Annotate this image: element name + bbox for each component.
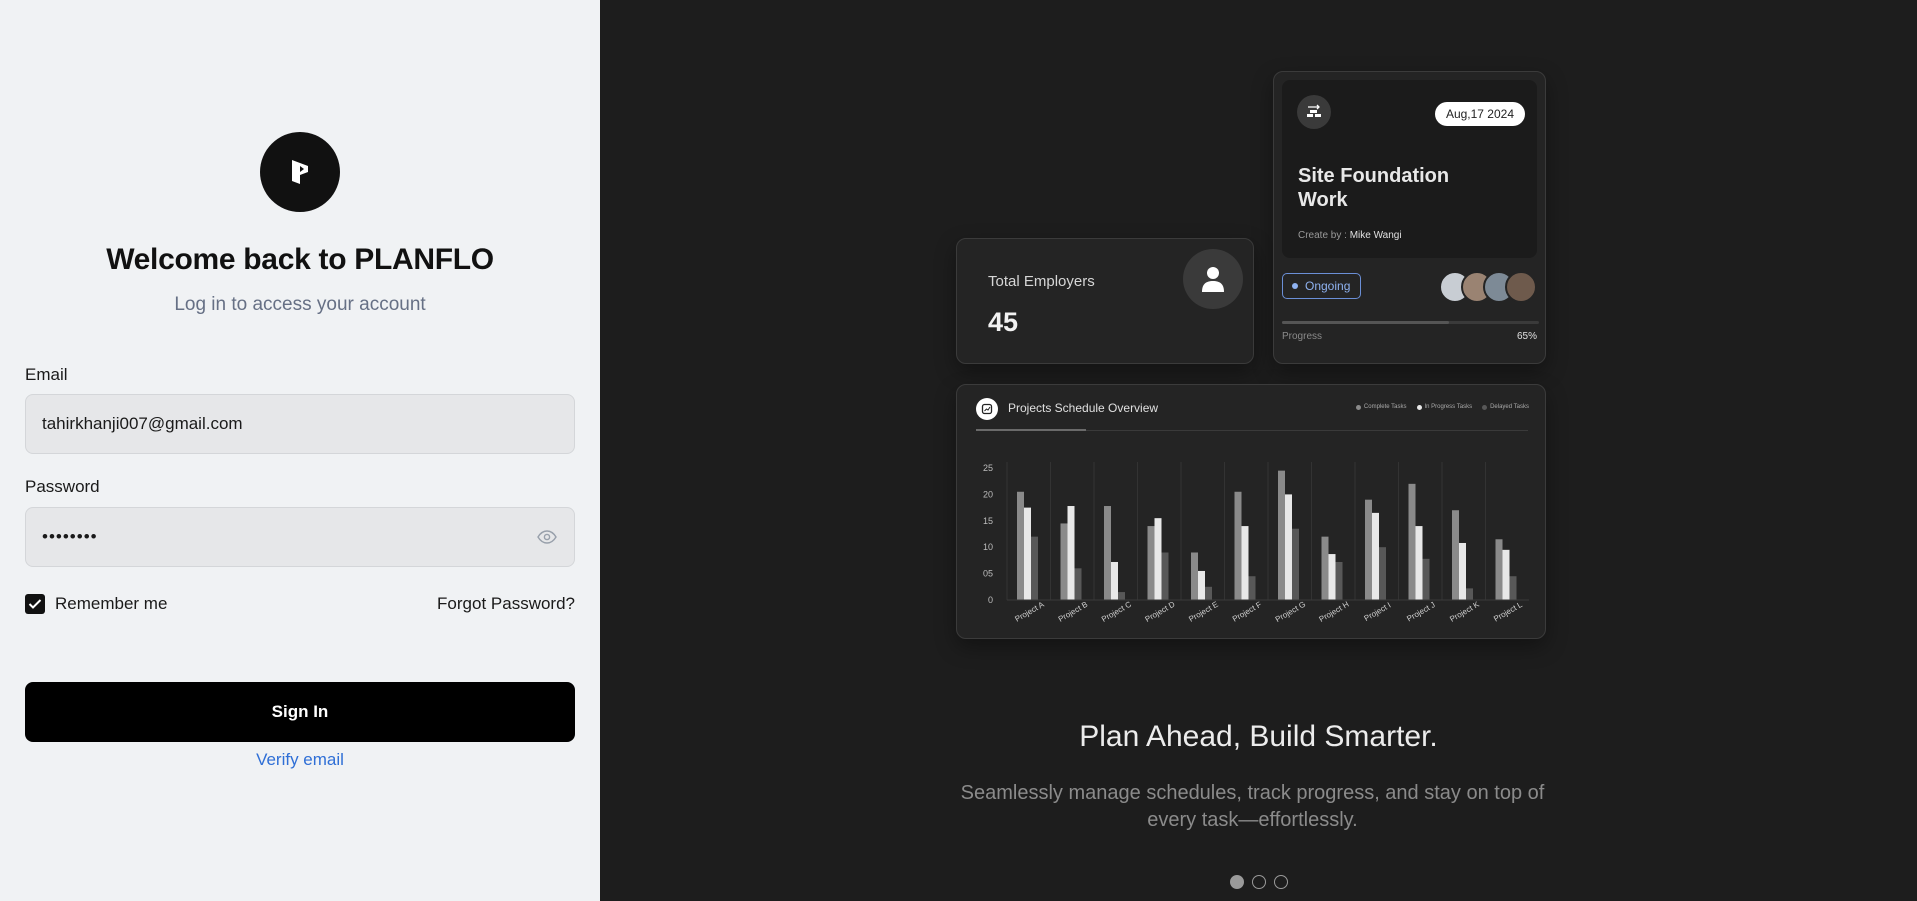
carousel-dot-3[interactable] bbox=[1274, 875, 1288, 889]
bar bbox=[1372, 512, 1379, 600]
bar bbox=[1509, 576, 1517, 600]
x-tick-label: Project F bbox=[1231, 600, 1263, 624]
x-tick-label: Project J bbox=[1405, 600, 1436, 623]
y-tick-label: 20 bbox=[983, 489, 993, 499]
bar bbox=[1031, 536, 1038, 600]
password-value: •••••••• bbox=[42, 527, 98, 546]
bar bbox=[1292, 528, 1299, 600]
bar bbox=[1321, 536, 1329, 600]
y-tick-label: 10 bbox=[983, 542, 993, 552]
remember-me[interactable]: Remember me bbox=[25, 594, 167, 614]
email-value: tahirkhanji007@gmail.com bbox=[42, 414, 243, 433]
progress-bar bbox=[1282, 321, 1450, 324]
x-tick-label: Project L bbox=[1492, 600, 1524, 624]
bar bbox=[1161, 552, 1169, 600]
remember-me-label: Remember me bbox=[55, 594, 168, 613]
task-card: Aug,17 2024 Site Foundation Work Create … bbox=[1273, 71, 1546, 364]
bar bbox=[1060, 523, 1068, 600]
bar bbox=[1466, 588, 1473, 600]
carousel-dot-2[interactable] bbox=[1252, 875, 1266, 889]
bar bbox=[1234, 491, 1242, 600]
bar bbox=[1248, 576, 1256, 600]
bar bbox=[1147, 526, 1155, 600]
showcase-description: Seamlessly manage schedules, track progr… bbox=[960, 782, 1545, 831]
employers-count: 45 bbox=[988, 307, 1019, 337]
password-label: Password bbox=[25, 477, 100, 496]
task-card-header: Aug,17 2024 Site Foundation Work Create … bbox=[1282, 80, 1537, 258]
bar bbox=[1459, 542, 1466, 600]
y-tick-label: 15 bbox=[983, 516, 993, 526]
showcase-panel: Total Employers 45 Aug,17 2024 Site Foun… bbox=[600, 0, 1917, 901]
brick-wall-icon bbox=[1297, 95, 1331, 129]
email-label: Email bbox=[25, 365, 68, 384]
bar bbox=[1335, 561, 1343, 600]
bar bbox=[1365, 499, 1372, 600]
x-tick-label: Project H bbox=[1318, 600, 1351, 624]
x-tick-label: Project A bbox=[1013, 600, 1046, 624]
bar bbox=[1104, 506, 1111, 600]
x-tick-label: Project B bbox=[1057, 600, 1090, 624]
bar-chart: 0 05 10 15 20 25 Project A Project B Project C Pr… bbox=[983, 462, 1529, 624]
schedule-chart-card: Projects Schedule Overview Complete Task… bbox=[956, 384, 1546, 639]
task-title: Site Foundation Work bbox=[1298, 165, 1450, 211]
bar bbox=[1024, 507, 1031, 600]
welcome-heading: Welcome back to PLANFLO bbox=[106, 243, 494, 276]
bar bbox=[1379, 547, 1386, 600]
progress-value: 65% bbox=[1516, 331, 1537, 342]
bar bbox=[1328, 554, 1336, 600]
password-field[interactable]: •••••••• bbox=[25, 507, 575, 567]
x-tick-label: Project C bbox=[1100, 600, 1133, 624]
bar bbox=[1191, 552, 1198, 600]
y-tick-label: 25 bbox=[983, 463, 993, 473]
task-date-badge: Aug,17 2024 bbox=[1434, 102, 1525, 126]
bar bbox=[1408, 483, 1416, 600]
y-tick-label: 05 bbox=[983, 569, 993, 579]
bar bbox=[1017, 491, 1024, 600]
bar bbox=[1422, 558, 1430, 600]
bar bbox=[1495, 539, 1503, 600]
email-field[interactable]: tahirkhanji007@gmail.com bbox=[25, 394, 575, 454]
forgot-password-link[interactable]: Forgot Password? bbox=[437, 594, 575, 614]
login-subtitle: Log in to access your account bbox=[174, 294, 426, 315]
total-employers-card: Total Employers 45 bbox=[956, 238, 1254, 364]
bar bbox=[1111, 561, 1118, 600]
bar bbox=[1205, 586, 1212, 600]
task-created-by: Create by : Mike Wangi bbox=[1298, 230, 1402, 241]
show-password-eye-icon[interactable] bbox=[536, 529, 558, 545]
sign-in-button[interactable]: Sign In bbox=[25, 682, 575, 742]
showcase-headline: Plan Ahead, Build Smarter. bbox=[1079, 720, 1438, 753]
bar bbox=[1067, 506, 1075, 600]
remember-me-checkbox[interactable] bbox=[25, 594, 45, 614]
employers-title: Total Employers bbox=[988, 273, 1095, 290]
y-tick-label: 0 bbox=[988, 595, 993, 605]
progress-label: Progress bbox=[1282, 331, 1323, 342]
x-tick-label: Project I bbox=[1363, 601, 1393, 623]
bar bbox=[1074, 568, 1082, 600]
x-tick-label: Project G bbox=[1274, 600, 1307, 624]
x-tick-label: Project D bbox=[1144, 600, 1177, 624]
carousel-dot-1[interactable] bbox=[1230, 875, 1244, 889]
carousel-dots bbox=[1230, 875, 1288, 889]
verify-email-link[interactable]: Verify email bbox=[0, 750, 600, 770]
planflo-logo bbox=[260, 132, 340, 212]
x-tick-label: Project K bbox=[1448, 599, 1481, 623]
bar bbox=[1502, 549, 1510, 600]
x-tick-label: Project E bbox=[1187, 600, 1220, 624]
team-avatars bbox=[1439, 271, 1537, 303]
bar bbox=[1452, 510, 1459, 600]
bar bbox=[1278, 470, 1285, 600]
bar bbox=[1241, 526, 1249, 600]
login-panel: Welcome back to PLANFLO Log in to access… bbox=[0, 0, 600, 901]
bar bbox=[1154, 518, 1162, 600]
bar bbox=[1118, 592, 1125, 600]
status-badge: Ongoing bbox=[1282, 273, 1362, 299]
bar bbox=[1198, 570, 1205, 600]
avatar bbox=[1505, 271, 1537, 303]
status-dot-icon bbox=[1292, 283, 1298, 289]
user-icon bbox=[1183, 249, 1243, 309]
bar bbox=[1415, 526, 1423, 600]
status-label: Ongoing bbox=[1305, 279, 1351, 293]
bar bbox=[1285, 494, 1292, 600]
